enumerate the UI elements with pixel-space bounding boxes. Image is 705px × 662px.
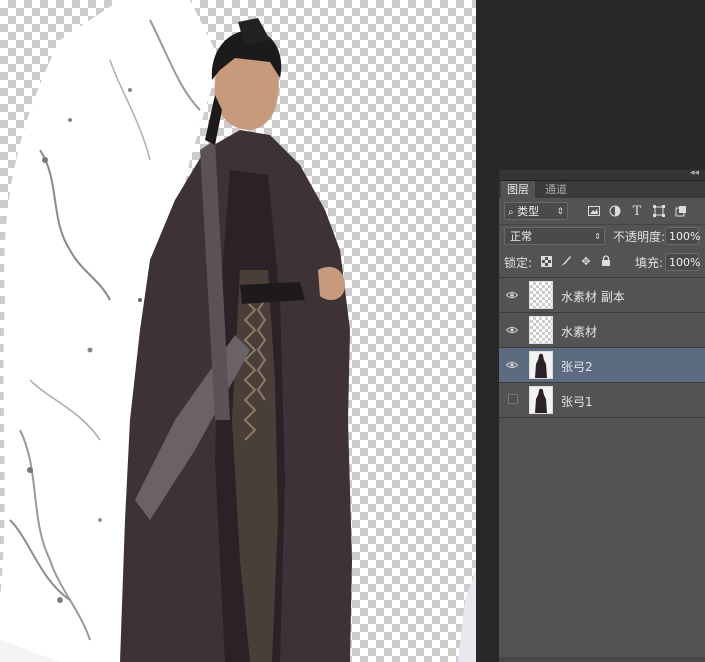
blend-mode-value: 正常: [510, 230, 532, 243]
layer-thumbnail: [529, 281, 553, 309]
layer-name: 水素材: [561, 325, 598, 339]
layers-panel: 图层 通道 ⌕ 类型 ⇕ T 正常 ⇕ 不透明度: 100% 锁定: ✥ 填充:…: [499, 181, 705, 662]
fill-label: 填充:: [635, 256, 664, 270]
lock-position-icon[interactable]: ✥: [579, 254, 593, 268]
opacity-input[interactable]: 100%: [665, 227, 700, 245]
shape-filter-icon[interactable]: [651, 203, 667, 219]
stepper-icon: ⇕: [594, 232, 601, 241]
lock-label: 锁定:: [504, 256, 533, 270]
lock-all-icon[interactable]: [599, 254, 613, 268]
eye-icon[interactable]: [505, 323, 519, 337]
collapse-panel-icon[interactable]: ◂◂: [690, 168, 699, 178]
layer-row-selected[interactable]: 张弓2: [499, 348, 705, 383]
blend-mode-select[interactable]: 正常 ⇕: [504, 227, 605, 245]
filter-type-label: 类型: [517, 205, 540, 218]
smart-object-filter-icon[interactable]: [673, 203, 689, 219]
layer-name: 张弓2: [561, 360, 593, 374]
layer-thumbnail: [529, 351, 553, 379]
panel-tabs: 图层 通道: [499, 181, 705, 198]
adjustment-filter-icon[interactable]: [607, 203, 623, 219]
eye-icon[interactable]: [505, 288, 519, 302]
layer-name: 张弓1: [561, 395, 593, 409]
layer-name: 水素材 副本: [561, 290, 625, 304]
eye-icon[interactable]: [505, 358, 519, 372]
opacity-label: 不透明度:: [613, 230, 666, 244]
layer-filter-select[interactable]: ⌕ 类型 ⇕: [504, 202, 568, 220]
visibility-checkbox[interactable]: [508, 394, 518, 404]
layer-row[interactable]: 水素材 副本: [499, 278, 705, 313]
canvas-artwork: [0, 0, 476, 662]
lock-transparent-icon[interactable]: [539, 254, 553, 268]
panel-header-strip: ◂◂: [499, 168, 705, 181]
lock-image-icon[interactable]: [559, 254, 573, 268]
layer-list: 水素材 副本 水素材 张弓2 张弓1: [499, 278, 705, 418]
image-filter-icon[interactable]: [586, 203, 602, 219]
fill-input[interactable]: 100%: [665, 253, 700, 271]
panel-footer: [499, 657, 705, 662]
search-icon: ⌕: [508, 207, 514, 218]
document-canvas[interactable]: [0, 0, 476, 662]
divider: [499, 224, 705, 225]
layer-thumbnail: [529, 386, 553, 414]
layer-row[interactable]: 水素材: [499, 313, 705, 348]
layer-row[interactable]: 张弓1: [499, 383, 705, 418]
tab-layers[interactable]: 图层: [501, 181, 535, 198]
type-filter-icon[interactable]: T: [629, 203, 645, 219]
layer-thumbnail: [529, 316, 553, 344]
stepper-icon: ⇕: [556, 207, 564, 217]
tab-channels[interactable]: 通道: [539, 181, 573, 198]
